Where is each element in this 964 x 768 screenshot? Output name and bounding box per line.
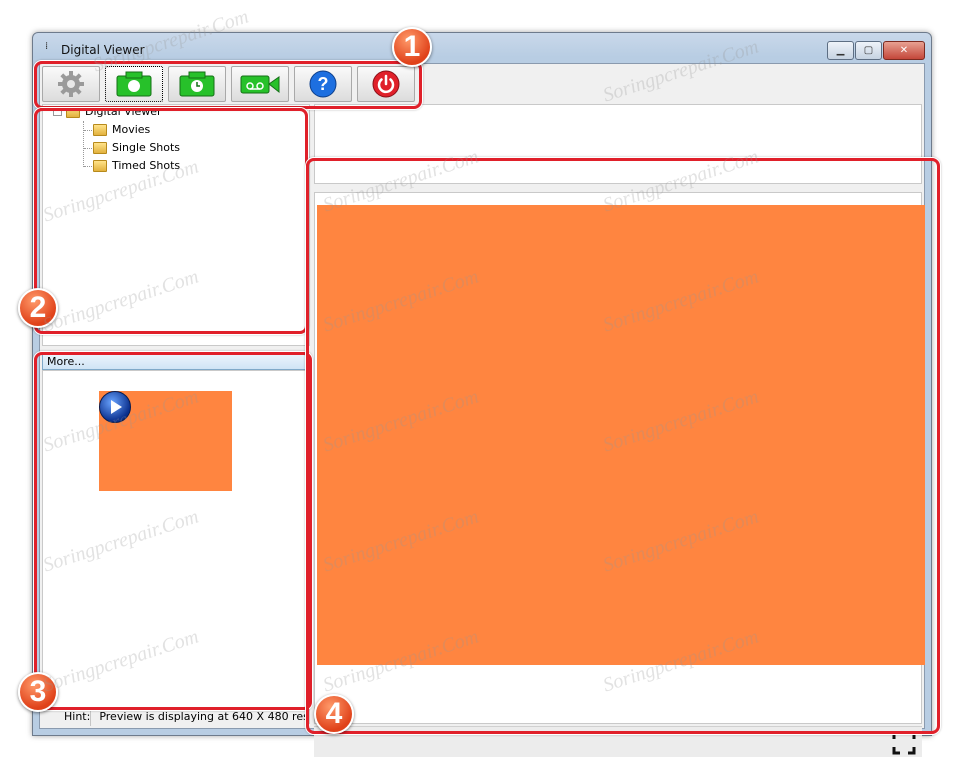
callout-frame-1	[34, 61, 422, 109]
window-controls: ▁ ▢ ✕	[826, 41, 925, 60]
title-bar[interactable]: ⁞ Digital Viewer ▁ ▢ ✕	[33, 33, 931, 61]
app-icon: ⁞	[45, 41, 49, 52]
fullscreen-icon[interactable]	[892, 731, 916, 755]
callout-badge-2: 2	[18, 288, 58, 328]
hint-label: Hint:	[42, 708, 92, 726]
callout-frame-3	[34, 352, 312, 710]
close-button[interactable]: ✕	[883, 41, 925, 60]
callout-badge-1: 1	[392, 27, 432, 67]
maximize-button[interactable]: ▢	[855, 41, 882, 60]
callout-badge-3: 3	[18, 672, 58, 712]
callout-badge-4: 4	[314, 694, 354, 734]
callout-frame-4	[306, 158, 940, 734]
hint-text: Preview is displaying at 640 X 480 resol…	[99, 710, 308, 723]
window-title: Digital Viewer	[61, 43, 145, 57]
minimize-button[interactable]: ▁	[827, 41, 854, 60]
callout-frame-2	[34, 108, 308, 334]
